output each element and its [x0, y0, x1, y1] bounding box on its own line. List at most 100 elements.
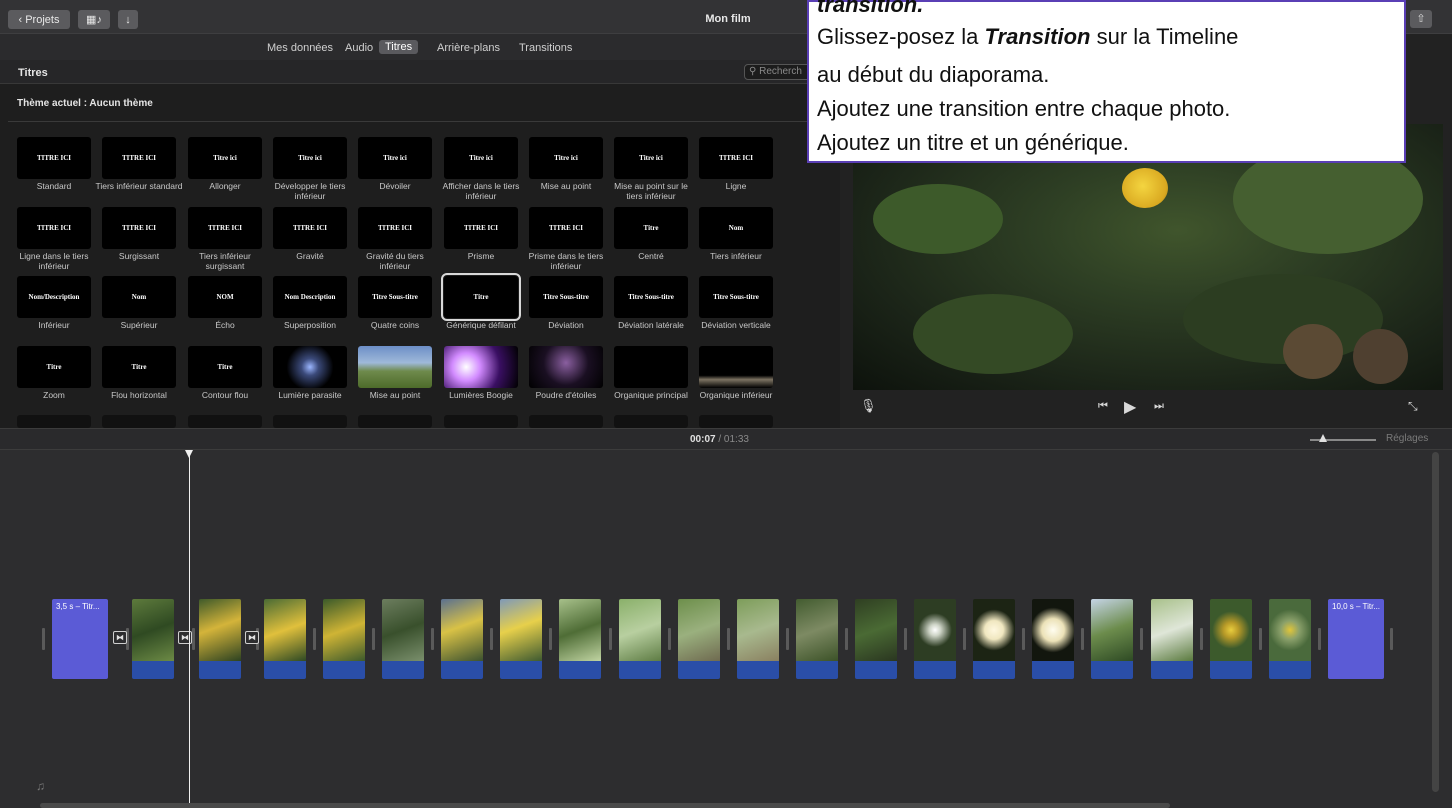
photo-clip[interactable]: [382, 599, 424, 679]
title-tile[interactable]: Titre: [188, 346, 262, 388]
photo-clip[interactable]: [264, 599, 306, 679]
title-tile[interactable]: TITRE ICI: [358, 207, 432, 249]
title-tile[interactable]: Nom Description: [273, 276, 347, 318]
fullscreen-icon[interactable]: ⤡: [1408, 399, 1418, 414]
title-tile[interactable]: Titre Sous-titre: [699, 276, 773, 318]
skip-back-icon[interactable]: ⏮: [1098, 400, 1108, 413]
title-tile[interactable]: TITRE ICI: [444, 207, 518, 249]
photo-clip[interactable]: [796, 599, 838, 679]
title-tile[interactable]: [614, 415, 688, 428]
title-tile[interactable]: [614, 346, 688, 388]
microphone-icon[interactable]: 🎙: [860, 398, 877, 414]
title-tile[interactable]: Titre Sous-titre: [529, 276, 603, 318]
clip-thumbnail: [132, 599, 174, 661]
title-tile[interactable]: TITRE ICI: [17, 207, 91, 249]
photo-clip[interactable]: [914, 599, 956, 679]
title-tile[interactable]: [529, 346, 603, 388]
title-tile[interactable]: [358, 346, 432, 388]
title-tile[interactable]: [529, 415, 603, 428]
playhead[interactable]: [189, 450, 190, 808]
title-tile[interactable]: Titre: [17, 346, 91, 388]
photo-clip[interactable]: [500, 599, 542, 679]
photo-clip[interactable]: [132, 599, 174, 679]
title-tile[interactable]: [358, 415, 432, 428]
title-tile[interactable]: [102, 415, 176, 428]
start-title-clip[interactable]: 3,5 s – Titr...: [52, 599, 108, 679]
photo-clip[interactable]: [973, 599, 1015, 679]
import-button[interactable]: ↓: [118, 10, 138, 29]
photo-clip[interactable]: [1210, 599, 1252, 679]
tab-arriere-plans[interactable]: Arrière-plans: [437, 42, 500, 54]
title-tile[interactable]: TITRE ICI: [188, 207, 262, 249]
title-tile[interactable]: Titre Sous-titre: [614, 276, 688, 318]
end-title-label: 10,0 s – Titr...: [1332, 602, 1381, 611]
title-tile[interactable]: [444, 415, 518, 428]
photo-clip[interactable]: [855, 599, 897, 679]
title-tile[interactable]: Titre ici: [358, 137, 432, 179]
title-tile[interactable]: NOM: [188, 276, 262, 318]
title-tile[interactable]: [17, 415, 91, 428]
zoom-slider-knob[interactable]: [1319, 434, 1327, 442]
tile-preview-text: Titre ici: [298, 154, 322, 162]
title-tile[interactable]: [188, 415, 262, 428]
tile-preview-text: TITRE ICI: [121, 154, 157, 162]
title-tile[interactable]: [273, 415, 347, 428]
title-tile[interactable]: TITRE ICI: [102, 207, 176, 249]
photo-clip[interactable]: [323, 599, 365, 679]
transition-icon[interactable]: ⧓: [113, 631, 127, 644]
photo-clip[interactable]: [1151, 599, 1193, 679]
music-note-icon[interactable]: ♫: [36, 779, 50, 795]
projects-back-button[interactable]: ‹ Projets: [8, 10, 70, 29]
photo-clip[interactable]: [1091, 599, 1133, 679]
horizontal-scrollbar[interactable]: [40, 803, 1170, 808]
photo-clip[interactable]: [1032, 599, 1074, 679]
skip-forward-icon[interactable]: ⏭: [1154, 400, 1164, 413]
clip-audio-band: [559, 661, 601, 679]
photo-clip[interactable]: [559, 599, 601, 679]
title-tile[interactable]: [273, 346, 347, 388]
title-tile[interactable]: Titre ici: [614, 137, 688, 179]
clip-audio-band: [199, 661, 241, 679]
clip-separator: [372, 628, 375, 650]
title-tile[interactable]: Titre Sous-titre: [358, 276, 432, 318]
title-tile[interactable]: Titre ici: [273, 137, 347, 179]
title-tile[interactable]: TITRE ICI: [273, 207, 347, 249]
playhead-handle[interactable]: [185, 450, 193, 458]
photo-clip[interactable]: [199, 599, 241, 679]
tab-audio[interactable]: Audio: [345, 42, 373, 54]
title-tile[interactable]: Nom: [699, 207, 773, 249]
title-tile[interactable]: TITRE ICI: [102, 137, 176, 179]
settings-button[interactable]: Réglages: [1386, 433, 1428, 444]
clip-thumbnail: [1151, 599, 1193, 661]
transition-icon[interactable]: ⧓: [245, 631, 259, 644]
title-tile[interactable]: [699, 415, 773, 428]
vertical-scrollbar[interactable]: [1432, 452, 1439, 792]
title-tile[interactable]: Titre ici: [444, 137, 518, 179]
title-tile[interactable]: TITRE ICI: [699, 137, 773, 179]
title-tile[interactable]: Titre: [614, 207, 688, 249]
title-tile[interactable]: Nom: [102, 276, 176, 318]
title-tile[interactable]: TITRE ICI: [17, 137, 91, 179]
tab-titres[interactable]: Titres: [379, 40, 419, 54]
title-tile[interactable]: [699, 346, 773, 388]
title-tile[interactable]: Titre: [441, 273, 521, 321]
play-icon[interactable]: ▶: [1124, 397, 1136, 417]
tab-mes-donnees[interactable]: Mes données: [267, 42, 333, 54]
photo-clip[interactable]: [441, 599, 483, 679]
share-button[interactable]: ⇧: [1410, 10, 1432, 28]
title-tile[interactable]: Titre ici: [188, 137, 262, 179]
title-tile[interactable]: TITRE ICI: [529, 207, 603, 249]
photo-clip[interactable]: [678, 599, 720, 679]
title-tile[interactable]: Titre: [102, 346, 176, 388]
photo-clip[interactable]: [1269, 599, 1311, 679]
tab-transitions[interactable]: Transitions: [519, 42, 572, 54]
photo-clip[interactable]: [737, 599, 779, 679]
clip-thumbnail: [559, 599, 601, 661]
end-title-clip[interactable]: 10,0 s – Titr...: [1328, 599, 1384, 679]
title-tile[interactable]: Titre ici: [529, 137, 603, 179]
photo-clip[interactable]: [619, 599, 661, 679]
title-tile[interactable]: Nom/Description: [17, 276, 91, 318]
media-filmstrip-button[interactable]: ▦♪: [78, 10, 110, 29]
title-tile[interactable]: [444, 346, 518, 388]
tile-preview-text: Titre: [217, 363, 233, 371]
